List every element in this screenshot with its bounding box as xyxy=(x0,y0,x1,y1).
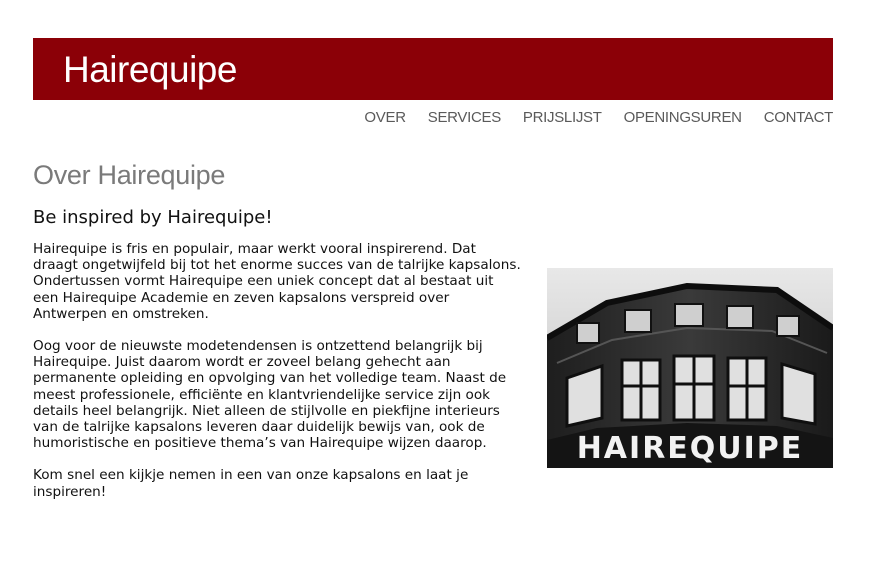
section-subheading: Be inspired by Hairequipe! xyxy=(33,207,273,228)
main-nav: OVER SERVICES PRIJSLIJST OPENINGSUREN CO… xyxy=(364,108,833,128)
site-logo[interactable]: Hairequipe xyxy=(63,48,237,92)
page-title: Over Hairequipe xyxy=(33,160,226,190)
storefront-photo: HAIREQUIPE xyxy=(547,268,833,468)
nav-item-prijslijst[interactable]: PRIJSLIJST xyxy=(523,108,602,128)
storefront-sign-text: HAIREQUIPE xyxy=(577,431,804,466)
nav-item-contact[interactable]: CONTACT xyxy=(764,108,834,128)
nav-item-over[interactable]: OVER xyxy=(364,108,406,128)
paragraph-1: Hairequipe is fris en populair, maar wer… xyxy=(33,241,521,322)
nav-item-openingsuren[interactable]: OPENINGSUREN xyxy=(624,108,742,128)
paragraph-2: Oog voor de nieuwste modetendensen is on… xyxy=(33,338,507,452)
site-header: Hairequipe xyxy=(33,38,833,100)
about-text: Hairequipe is fris en populair, maar wer… xyxy=(33,241,523,516)
paragraph-3: Kom snel een kijkje nemen in een van onz… xyxy=(33,467,469,500)
nav-item-services[interactable]: SERVICES xyxy=(428,108,501,128)
